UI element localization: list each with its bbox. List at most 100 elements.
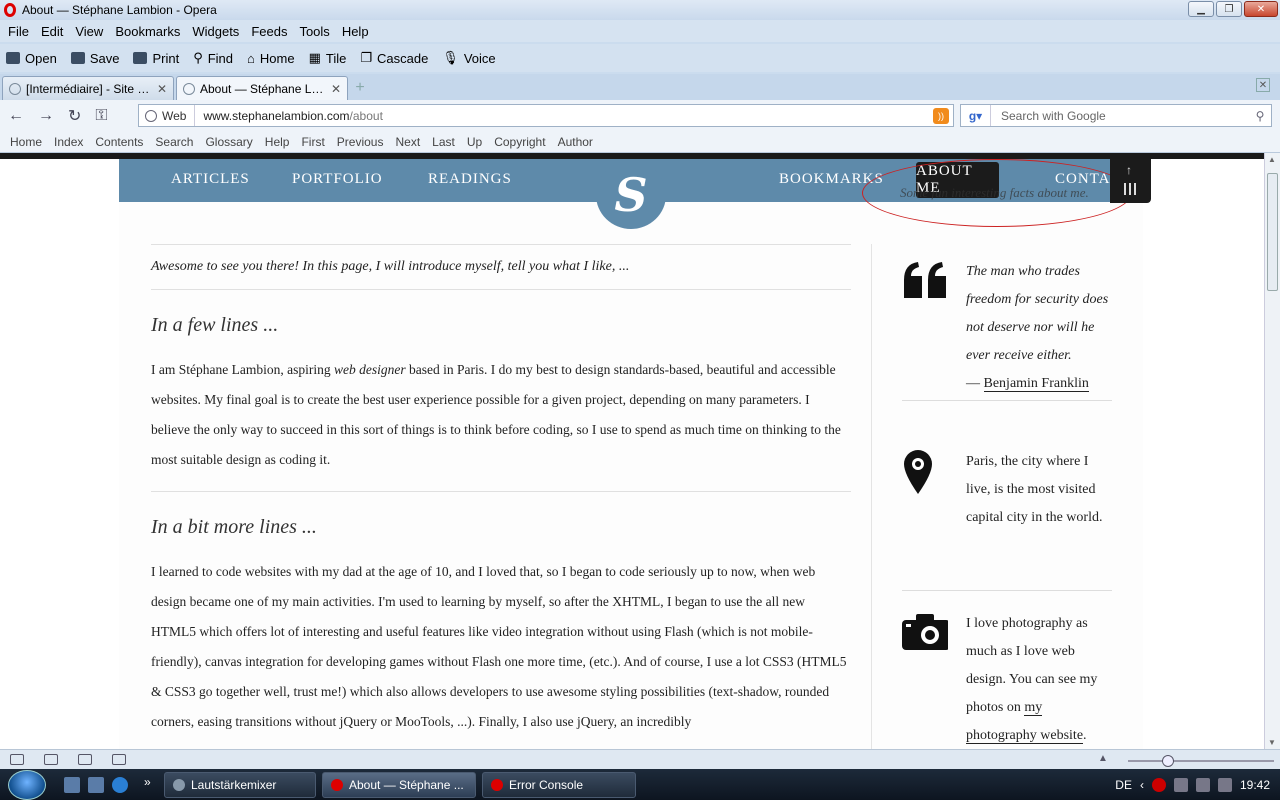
vertical-scrollbar[interactable]: ▲ ▼ [1264,153,1280,749]
address-field[interactable]: Web www.stephanelambion.com/about )) [138,104,954,127]
link-previous[interactable]: Previous [331,135,390,149]
clock[interactable]: 19:42 [1240,778,1270,792]
print-button[interactable]: Print [133,51,179,66]
link-copyright[interactable]: Copyright [488,135,551,149]
speed-dial-icon[interactable] [112,754,126,765]
quote-icon [904,262,946,298]
unite-icon[interactable] [44,754,58,765]
site-logo[interactable]: S [596,161,666,229]
menu-view[interactable]: View [69,24,109,39]
close-page-button[interactable]: ✕ [1256,78,1270,92]
home-button[interactable]: ⌂ Home [247,51,295,66]
menu-bar: File Edit View Bookmarks Widgets Feeds T… [0,20,1280,42]
top-widget[interactable]: ↑ [1110,159,1151,203]
link-next[interactable]: Next [389,135,426,149]
link-last[interactable]: Last [426,135,461,149]
task-label: About — Stéphane ... [349,778,464,792]
google-engine-icon[interactable]: g▾ [961,105,991,126]
start-button[interactable] [8,770,46,800]
search-field[interactable]: g▾ Search with Google ⚲ [960,104,1272,127]
navigation-links-bar: Home Index Contents Search Glossary Help… [0,131,1280,153]
grid-icon [1124,183,1136,195]
language-indicator[interactable]: DE [1115,778,1132,792]
red-highlight-ellipse [862,159,1132,227]
key-icon[interactable]: ⚿ [95,107,107,125]
reload-icon[interactable]: ↻ [68,106,81,126]
turbo-icon[interactable] [78,754,92,765]
volume-tray-icon[interactable] [1217,777,1232,792]
internet-explorer-icon[interactable] [112,777,128,793]
menu-tools[interactable]: Tools [293,24,335,39]
photo-text-block: I love photography as much as I love web… [966,610,1114,749]
link-help[interactable]: Help [259,135,296,149]
tray-expand-icon[interactable]: ‹ [1140,778,1144,792]
tile-button[interactable]: ▦ Tile [309,50,347,66]
link-up[interactable]: Up [461,135,488,149]
menu-edit[interactable]: Edit [35,24,69,39]
find-button[interactable]: ⚲ Find [193,50,233,66]
scrollbar-thumb[interactable] [1267,173,1278,291]
voice-label: Voice [463,50,496,66]
link-first[interactable]: First [295,135,330,149]
menu-feeds[interactable]: Feeds [245,24,293,39]
quicklaunch-more-icon[interactable]: » [144,775,151,789]
scroll-down-icon[interactable]: ▼ [1268,738,1276,747]
link-home[interactable]: Home [4,135,48,149]
tab-about[interactable]: About — Stéphane La... ✕ [176,76,348,100]
window-titlebar: About — Stéphane Lambion - Opera ▁ ❐ ✕ [0,0,1280,20]
open-button[interactable]: Open [6,51,57,66]
link-index[interactable]: Index [48,135,89,149]
rss-feed-icon[interactable]: )) [933,108,949,124]
link-search[interactable]: Search [149,135,199,149]
back-arrow-icon[interactable]: ← [8,107,24,125]
scroll-up-icon[interactable]: ▲ [1268,155,1276,164]
menu-file[interactable]: File [2,24,35,39]
new-tab-button[interactable]: + [350,78,370,98]
divider [902,400,1112,401]
close-window-button[interactable]: ✕ [1244,1,1278,17]
page-viewport: ARTICLES PORTFOLIO READINGS BOOKMARKS AB… [0,153,1264,749]
main-content: Awesome to see you there! In this page, … [151,244,851,737]
zoom-slider[interactable] [1128,760,1274,762]
tab-intermediaire[interactable]: [Intermédiaire] - Site p... ✕ [2,76,174,100]
url-text[interactable]: www.stephanelambion.com/about [195,109,382,123]
task-volume-mixer[interactable]: Lautstärkemixer [164,772,316,798]
save-button[interactable]: Save [70,51,119,66]
nav-portfolio[interactable]: PORTFOLIO [292,171,383,188]
section-title: In a few lines ... [151,314,279,336]
quote-dash: — [966,376,984,391]
network-tray-icon[interactable] [1195,777,1210,792]
zoom-slider-thumb[interactable] [1162,755,1174,767]
panel-toggle-icon[interactable] [10,754,24,765]
opera-tray-icon[interactable] [1151,777,1166,792]
nav-readings[interactable]: READINGS [428,171,512,188]
system-tray: DE ‹ 19:42 [1115,769,1280,800]
tab-label: About — Stéphane La... [200,81,326,96]
task-label: Lautstärkemixer [191,778,277,792]
show-desktop-icon[interactable] [64,777,80,793]
close-tab-icon[interactable]: ✕ [331,82,341,96]
sidebar: The man who trades freedom for security … [871,244,1143,749]
address-mode[interactable]: Web [139,105,196,126]
quote-author-link[interactable]: Benjamin Franklin [983,376,1089,392]
cascade-button[interactable]: ❐ Cascade [360,50,428,66]
link-glossary[interactable]: Glossary [199,135,258,149]
nav-articles[interactable]: ARTICLES [171,171,250,188]
task-error-console[interactable]: Error Console [482,772,636,798]
explorer-icon[interactable] [88,777,104,793]
monitor-tray-icon[interactable] [1173,777,1188,792]
divider [902,590,1112,591]
menu-widgets[interactable]: Widgets [186,24,245,39]
search-icon[interactable]: ⚲ [1249,109,1271,123]
minimize-button[interactable]: ▁ [1188,1,1214,17]
voice-button[interactable]: 🎙 Voice [442,50,495,66]
forward-arrow-icon[interactable]: → [38,107,54,125]
menu-help[interactable]: Help [336,24,375,39]
close-tab-icon[interactable]: ✕ [157,82,167,96]
link-author[interactable]: Author [552,135,599,149]
task-opera-about[interactable]: About — Stéphane ... [322,772,476,798]
maximize-button[interactable]: ❐ [1216,1,1242,17]
menu-bookmarks[interactable]: Bookmarks [109,24,186,39]
zoom-arrow-icon[interactable]: ▲ [1098,753,1108,764]
link-contents[interactable]: Contents [89,135,149,149]
